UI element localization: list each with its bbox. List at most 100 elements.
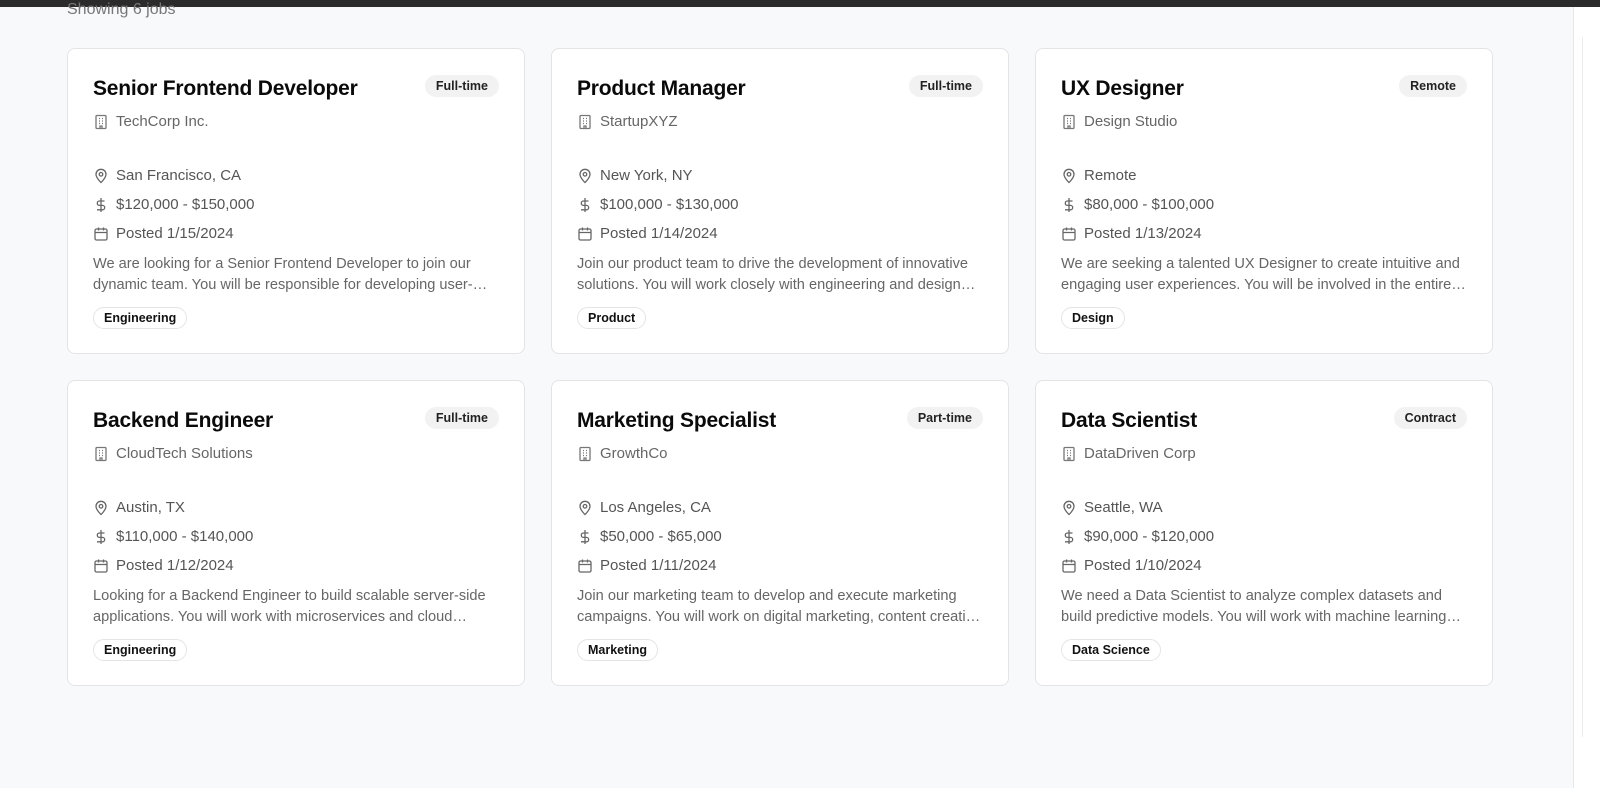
salary-text: $80,000 - $100,000 [1084,196,1215,213]
job-card[interactable]: Backend Engineer Full-time CloudTech Sol… [67,380,525,686]
company-name: DataDriven Corp [1084,445,1196,462]
job-type-badge: Part-time [906,407,983,429]
building-icon [1061,114,1077,130]
building-icon [1061,446,1077,462]
location-row: New York, NY [577,167,693,184]
map-pin-icon [1061,168,1077,184]
job-title[interactable]: Product Manager [577,77,746,101]
job-title[interactable]: Senior Frontend Developer [93,77,358,101]
salary-row: $90,000 - $120,000 [1061,528,1214,545]
job-description: Join our marketing team to develop and e… [577,588,982,625]
location-text: New York, NY [600,167,693,184]
job-type-badge: Contract [1393,407,1467,429]
category-badge: Engineering [93,307,188,329]
job-card[interactable]: UX Designer Remote Design Studio Remote … [1035,48,1493,354]
company-name: StartupXYZ [600,113,678,130]
category-badge: Data Science [1061,639,1161,661]
map-pin-icon [577,168,593,184]
company-row: TechCorp Inc. [93,113,209,130]
location-text: Austin, TX [116,499,185,516]
map-pin-icon [1061,500,1077,516]
posted-row: Posted 1/10/2024 [1061,557,1202,574]
location-text: Los Angeles, CA [600,499,711,516]
posted-row: Posted 1/15/2024 [93,225,234,242]
scrollbar[interactable] [1573,7,1600,788]
dollar-icon [1061,529,1077,545]
building-icon [93,114,109,130]
map-pin-icon [93,168,109,184]
job-type-badge: Full-time [908,75,983,97]
category-badge: Design [1061,307,1125,329]
results-count: Showing 6 jobs [67,1,176,18]
map-pin-icon [93,500,109,516]
job-card[interactable]: Data Scientist Contract DataDriven Corp … [1035,380,1493,686]
dollar-icon [93,197,109,213]
location-text: Remote [1084,167,1137,184]
location-row: Los Angeles, CA [577,499,711,516]
calendar-icon [93,558,109,574]
salary-row: $110,000 - $140,000 [93,528,253,545]
building-icon [93,446,109,462]
salary-row: $100,000 - $130,000 [577,196,738,213]
company-row: CloudTech Solutions [93,445,253,462]
category-badge: Marketing [577,639,659,661]
company-row: DataDriven Corp [1061,445,1196,462]
salary-text: $50,000 - $65,000 [600,528,722,545]
job-card[interactable]: Senior Frontend Developer Full-time Tech… [67,48,525,354]
building-icon [577,446,593,462]
job-title[interactable]: UX Designer [1061,77,1184,101]
job-title[interactable]: Data Scientist [1061,409,1197,433]
job-title[interactable]: Marketing Specialist [577,409,776,433]
job-type-badge: Remote [1399,75,1467,97]
job-description: We are looking for a Senior Frontend Dev… [93,256,473,293]
posted-date: Posted 1/12/2024 [116,557,234,574]
scrollbar-track[interactable] [1582,37,1583,737]
salary-row: $80,000 - $100,000 [1061,196,1214,213]
posted-row: Posted 1/11/2024 [577,557,716,574]
location-text: San Francisco, CA [116,167,242,184]
job-description: Join our product team to drive the devel… [577,256,969,293]
company-name: TechCorp Inc. [116,113,209,130]
dollar-icon [577,197,593,213]
category-badge: Product [577,307,647,329]
posted-row: Posted 1/12/2024 [93,557,234,574]
location-row: Remote [1061,167,1137,184]
posted-date: Posted 1/13/2024 [1084,225,1202,242]
job-title[interactable]: Backend Engineer [93,409,273,433]
dollar-icon [1061,197,1077,213]
company-row: StartupXYZ [577,113,678,130]
salary-row: $120,000 - $150,000 [93,196,254,213]
location-row: Austin, TX [93,499,185,516]
calendar-icon [93,226,109,242]
category-badge: Engineering [93,639,188,661]
location-row: San Francisco, CA [93,167,241,184]
calendar-icon [1061,558,1077,574]
dollar-icon [577,529,593,545]
calendar-icon [577,226,593,242]
company-name: Design Studio [1084,113,1178,130]
dollar-icon [93,529,109,545]
building-icon [577,114,593,130]
posted-row: Posted 1/14/2024 [577,225,718,242]
location-row: Seattle, WA [1061,499,1163,516]
job-type-badge: Full-time [424,75,499,97]
posted-date: Posted 1/15/2024 [116,225,234,242]
job-description: We are seeking a talented UX Designer to… [1061,256,1460,293]
job-card[interactable]: Product Manager Full-time StartupXYZ New… [551,48,1009,354]
salary-row: $50,000 - $65,000 [577,528,722,545]
company-name: GrowthCo [600,445,668,462]
posted-date: Posted 1/14/2024 [600,225,718,242]
location-text: Seattle, WA [1084,499,1163,516]
window-top-bar [0,0,1600,7]
job-type-badge: Full-time [424,407,499,429]
job-description: We need a Data Scientist to analyze comp… [1061,588,1447,625]
calendar-icon [1061,226,1077,242]
salary-text: $100,000 - $130,000 [600,196,739,213]
job-card[interactable]: Marketing Specialist Part-time GrowthCo … [551,380,1009,686]
company-name: CloudTech Solutions [116,445,253,462]
posted-row: Posted 1/13/2024 [1061,225,1202,242]
job-grid: Senior Frontend Developer Full-time Tech… [67,48,1493,686]
salary-text: $120,000 - $150,000 [116,196,255,213]
company-row: GrowthCo [577,445,668,462]
posted-date: Posted 1/10/2024 [1084,557,1202,574]
